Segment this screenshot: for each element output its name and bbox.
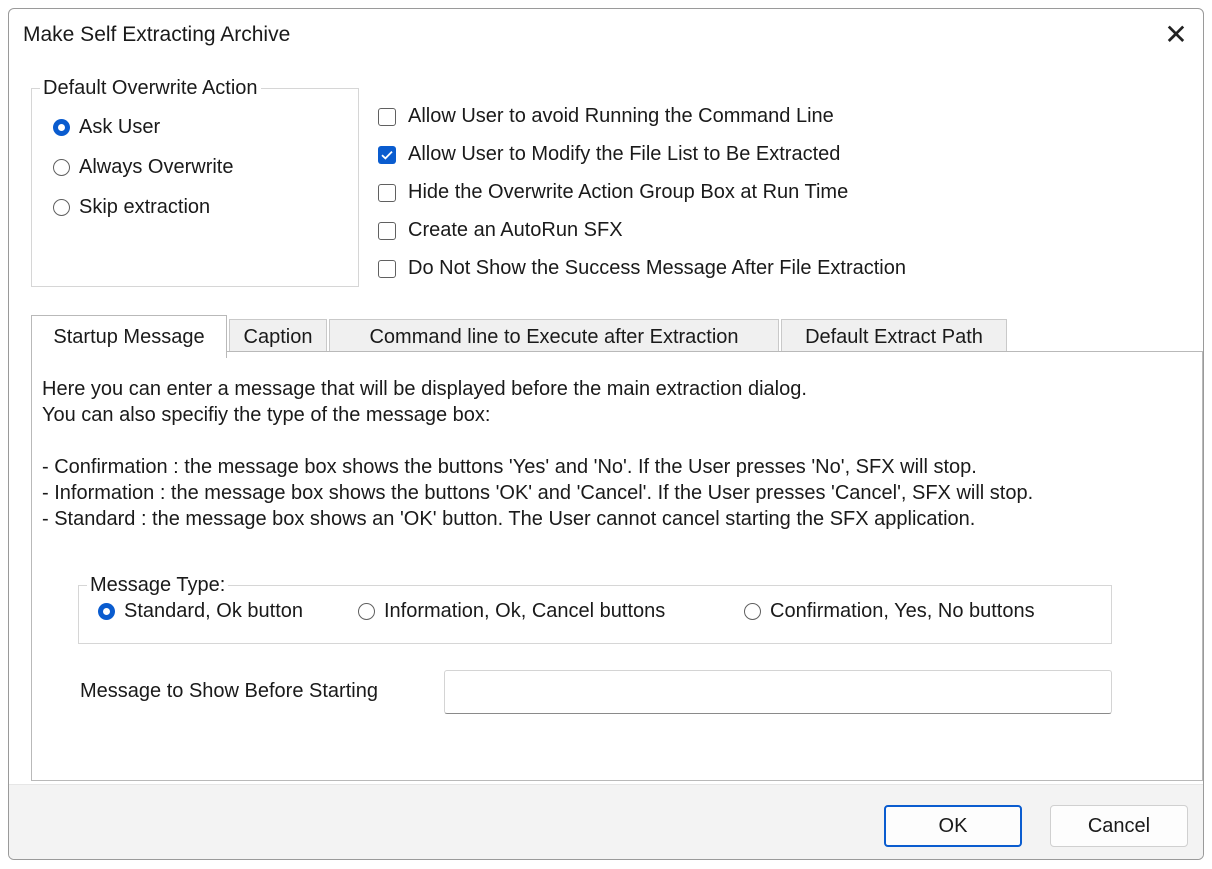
ok-button[interactable]: OK xyxy=(884,805,1022,847)
checkbox-no-success-message[interactable]: Do Not Show the Success Message After Fi… xyxy=(378,257,906,280)
radio-indicator[interactable] xyxy=(53,159,70,176)
overwrite-action-legend: Default Overwrite Action xyxy=(43,77,258,99)
button-bar: OK Cancel xyxy=(9,784,1203,859)
tab-startup-message[interactable]: Startup Message xyxy=(31,315,227,358)
sfx-dialog: Make Self Extracting Archive ✕ Default O… xyxy=(8,8,1204,860)
checkbox-label: Hide the Overwrite Action Group Box at R… xyxy=(408,181,849,203)
overwrite-action-group: Default Overwrite Action xyxy=(31,77,359,287)
checkbox-label: Allow User to Modify the File List to Be… xyxy=(408,143,841,165)
checkbox-indicator[interactable] xyxy=(378,107,396,126)
message-label-text: Message to Show Before Starting xyxy=(80,680,378,702)
description-line: You can also specifiy the type of the me… xyxy=(42,404,491,426)
radio-label: Always Overwrite xyxy=(79,156,234,178)
checkbox-autorun-sfx[interactable]: Create an AutoRun SFX xyxy=(378,219,623,242)
message-input[interactable] xyxy=(444,670,1112,714)
checkbox-hide-overwrite-group[interactable]: Hide the Overwrite Action Group Box at R… xyxy=(378,181,848,204)
tab-label: Startup Message xyxy=(53,325,205,348)
description-line: - Standard : the message box shows an 'O… xyxy=(42,508,976,530)
radio-confirmation[interactable]: Confirmation, Yes, No buttons xyxy=(744,600,1035,623)
tab-label: Command line to Execute after Extraction xyxy=(369,326,739,348)
checkbox-label: Allow User to avoid Running the Command … xyxy=(408,105,834,127)
radio-label: Information, Ok, Cancel buttons xyxy=(384,600,666,622)
radio-indicator[interactable] xyxy=(53,199,70,216)
radio-label: Ask User xyxy=(79,116,161,138)
radio-ask-user[interactable]: Ask User xyxy=(53,116,160,139)
radio-skip-extraction[interactable]: Skip extraction xyxy=(53,196,210,219)
radio-indicator[interactable] xyxy=(98,603,115,620)
checkbox-indicator[interactable] xyxy=(378,259,396,278)
radio-standard[interactable]: Standard, Ok button xyxy=(98,600,303,623)
message-type-legend: Message Type: xyxy=(90,574,226,596)
radio-label: Confirmation, Yes, No buttons xyxy=(770,600,1035,622)
tab-caption[interactable]: Caption xyxy=(229,319,327,355)
radio-label: Standard, Ok button xyxy=(124,600,304,622)
checkbox-modify-file-list[interactable]: Allow User to Modify the File List to Be… xyxy=(378,143,840,166)
description-line: Here you can enter a message that will b… xyxy=(42,378,807,400)
startup-message-panel: Here you can enter a message that will b… xyxy=(31,351,1203,781)
checkbox-label: Create an AutoRun SFX xyxy=(408,219,623,241)
checkbox-indicator[interactable] xyxy=(378,221,396,240)
window-title: Make Self Extracting Archive xyxy=(23,23,291,46)
checkbox-avoid-command-line[interactable]: Allow User to avoid Running the Command … xyxy=(378,105,834,128)
close-icon[interactable]: ✕ xyxy=(1161,19,1191,50)
radio-information[interactable]: Information, Ok, Cancel buttons xyxy=(358,600,665,623)
radio-indicator[interactable] xyxy=(358,603,375,620)
checkbox-indicator[interactable] xyxy=(378,183,396,202)
checkbox-indicator[interactable] xyxy=(378,145,396,164)
radio-indicator[interactable] xyxy=(53,119,70,136)
title-bar: Make Self Extracting Archive ✕ xyxy=(9,9,1203,65)
description-line: - Information : the message box shows th… xyxy=(42,482,1034,504)
cancel-button[interactable]: Cancel xyxy=(1050,805,1188,847)
tab-label: Caption xyxy=(243,326,313,348)
radio-always-overwrite[interactable]: Always Overwrite xyxy=(53,156,233,179)
description-line: - Confirmation : the message box shows t… xyxy=(42,456,977,478)
description-line xyxy=(42,428,1033,454)
startup-description: Here you can enter a message that will b… xyxy=(42,376,1033,532)
checkbox-label: Do Not Show the Success Message After Fi… xyxy=(408,257,906,279)
message-label: Message to Show Before Starting xyxy=(80,680,378,703)
radio-indicator[interactable] xyxy=(744,603,761,620)
tab-label: Default Extract Path xyxy=(805,326,983,348)
radio-label: Skip extraction xyxy=(79,196,211,218)
tab-default-extract-path[interactable]: Default Extract Path xyxy=(781,319,1007,355)
tab-command-line[interactable]: Command line to Execute after Extraction xyxy=(329,319,779,355)
